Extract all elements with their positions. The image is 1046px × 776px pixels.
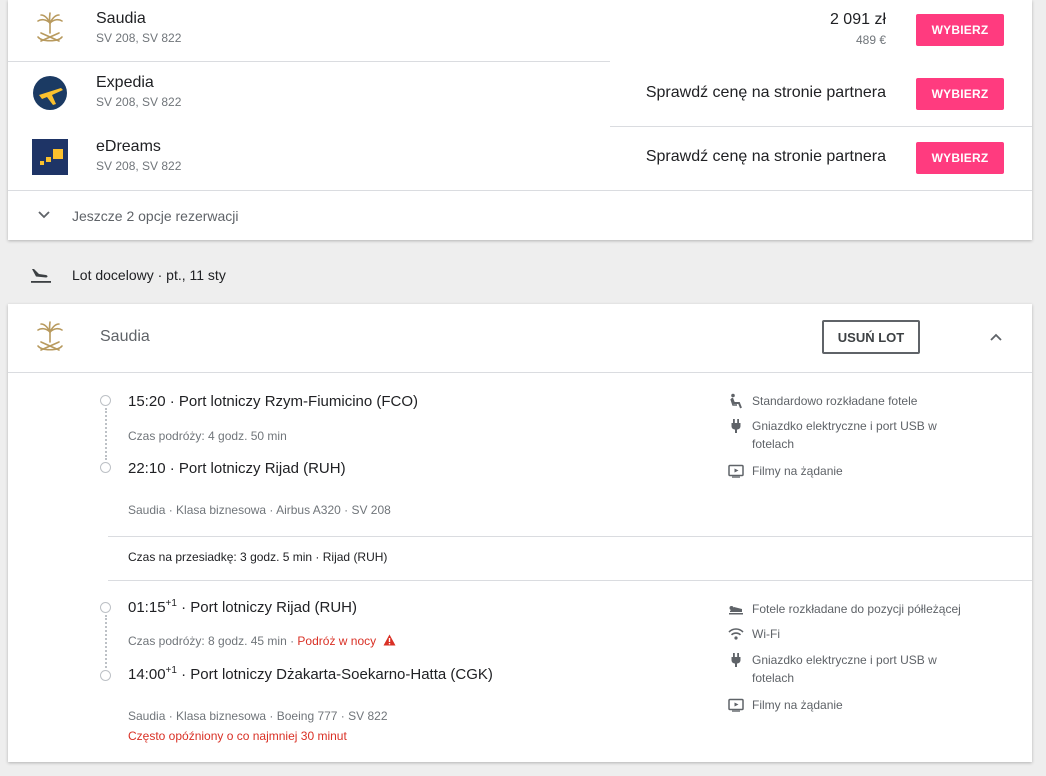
departure-time: 15:20 · Port lotniczy Rzym-Fiumicino (FC… (128, 393, 419, 410)
destination-label: Lot docelowy · pt., 11 sty (72, 267, 226, 283)
remove-flight-button[interactable]: USUŃ LOT (822, 320, 920, 354)
power-plug-icon (731, 653, 741, 667)
flight-details-card: Saudia USUŃ LOT 15:20 · Port lotniczy Rz… (8, 304, 1032, 762)
airline-name: Saudia (100, 328, 150, 345)
timeline-dot (100, 670, 111, 681)
divider (8, 190, 1032, 191)
flight-card-header: Saudia USUŃ LOT (8, 304, 1032, 373)
amenity-text: Gniazdko elektryczne i port USB w fotela… (752, 419, 937, 451)
warning-icon (383, 634, 396, 646)
timeline-dot (100, 395, 111, 406)
provider-row-edreams: eDreams SV 208, SV 822 Sprawdź cenę na s… (8, 128, 1032, 192)
amenity-text: Wi-Fi (752, 627, 780, 641)
departure-time: 01:15+1 · Port lotniczy Rijad (RUH) (128, 598, 357, 616)
more-options-toggle[interactable]: Jeszcze 2 opcje rezerwacji (8, 192, 1032, 240)
provider-flights: SV 208, SV 822 (96, 31, 182, 45)
chevron-up-icon[interactable] (988, 329, 1004, 345)
more-options-label: Jeszcze 2 opcje rezerwacji (72, 208, 239, 224)
select-button-saudia[interactable]: WYBIERZ (916, 14, 1004, 46)
divider (610, 126, 1032, 127)
amenity-text: Standardowo rozkładane fotele (752, 394, 918, 408)
partner-price-text: Sprawdź cenę na stronie partnera (645, 84, 886, 101)
flight-info: Saudia · Klasa biznesowa · Airbus A320 ·… (128, 503, 391, 517)
select-button-expedia[interactable]: WYBIERZ (916, 78, 1004, 110)
lie-flat-seat-icon (729, 606, 743, 615)
travel-duration: Czas podróży: 4 godz. 50 min (128, 429, 287, 443)
power-plug-icon (731, 419, 741, 433)
provider-name: eDreams (96, 138, 161, 155)
divider (108, 580, 1032, 581)
video-icon (728, 698, 744, 712)
edreams-logo (32, 139, 68, 175)
price-euro: 489 € (855, 33, 886, 47)
overnight-warning: Podróż w nocy (297, 634, 377, 648)
provider-name: Expedia (96, 74, 154, 91)
layover-info: Czas na przesiadkę: 3 godz. 5 min · Rija… (128, 550, 388, 564)
destination-header: Lot docelowy · pt., 11 sty (0, 262, 1046, 288)
provider-row-saudia: Saudia SV 208, SV 822 2 091 zł 489 € WYB… (8, 0, 1032, 64)
timeline-dot (100, 602, 111, 613)
amenity-text: Fotele rozkładane do pozycji półleżącej (752, 602, 961, 616)
saudia-palm-logo (37, 12, 63, 42)
timeline-dot (100, 462, 111, 473)
timeline-line (105, 408, 107, 460)
video-icon (728, 464, 744, 478)
divider (8, 61, 610, 62)
wifi-icon (728, 628, 744, 640)
flight-info: Saudia · Klasa biznesowa · Boeing 777 · … (128, 709, 388, 723)
recline-seat-icon (730, 393, 742, 409)
delay-warning: Często opóźniony o co najmniej 30 minut (128, 729, 347, 743)
provider-row-expedia: Expedia SV 208, SV 822 Sprawdź cenę na s… (8, 64, 1032, 128)
booking-options-card: Saudia SV 208, SV 822 2 091 zł 489 € WYB… (8, 0, 1032, 240)
provider-flights: SV 208, SV 822 (96, 159, 182, 173)
arrival-time: 14:00+1 · Port lotniczy Dżakarta-Soekarn… (128, 665, 493, 683)
divider (108, 536, 1032, 537)
amenity-text: Filmy na żądanie (752, 698, 843, 712)
provider-name: Saudia (96, 10, 146, 27)
flight-land-icon (31, 269, 51, 283)
partner-price-text: Sprawdź cenę na stronie partnera (645, 148, 886, 165)
amenity-text: Filmy na żądanie (752, 464, 843, 478)
amenity-text: Gniazdko elektryczne i port USB w fotela… (752, 653, 937, 685)
chevron-down-icon (38, 211, 50, 219)
expedia-plane-logo (33, 76, 67, 110)
timeline-line (105, 615, 107, 668)
saudia-palm-logo (37, 321, 63, 351)
arrival-time: 22:10 · Port lotniczy Rijad (RUH) (128, 460, 346, 477)
travel-duration: Czas podróży: 8 godz. 45 min · Podróż w … (128, 634, 396, 648)
select-button-edreams[interactable]: WYBIERZ (916, 142, 1004, 174)
provider-flights: SV 208, SV 822 (96, 95, 182, 109)
price: 2 091 zł (829, 11, 886, 28)
